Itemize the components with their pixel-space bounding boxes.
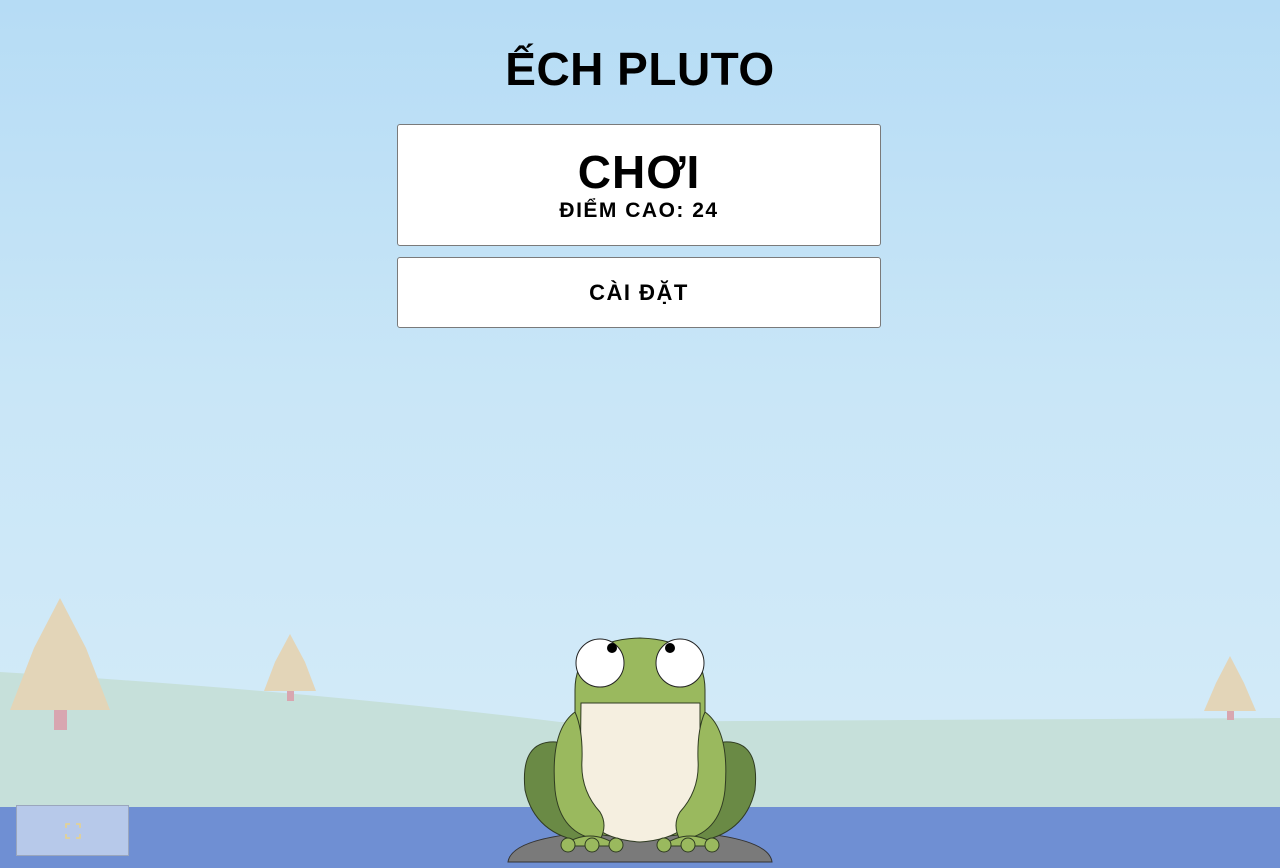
frog-left-pupil	[607, 643, 617, 653]
play-button[interactable]: CHƠI ĐIỂM CAO: 24	[397, 124, 881, 246]
game-scene: ẾCH PLUTO CHƠI ĐIỂM CAO: 24 CÀI ĐẶT	[0, 0, 1280, 868]
settings-button[interactable]: CÀI ĐẶT	[397, 257, 881, 328]
game-title: ẾCH PLUTO	[505, 43, 775, 95]
play-label: CHƠI	[577, 146, 701, 198]
frog-character	[523, 637, 757, 853]
tree-right-small	[1204, 656, 1256, 720]
fullscreen-button[interactable]	[16, 805, 129, 856]
tree-left-small	[264, 634, 316, 701]
frog-right-eye	[655, 638, 705, 688]
expand-icon	[64, 822, 81, 839]
frog-left-eye	[575, 638, 625, 688]
highscore-text: ĐIỂM CAO: 24	[559, 199, 719, 222]
frog-right-pupil	[665, 643, 675, 653]
